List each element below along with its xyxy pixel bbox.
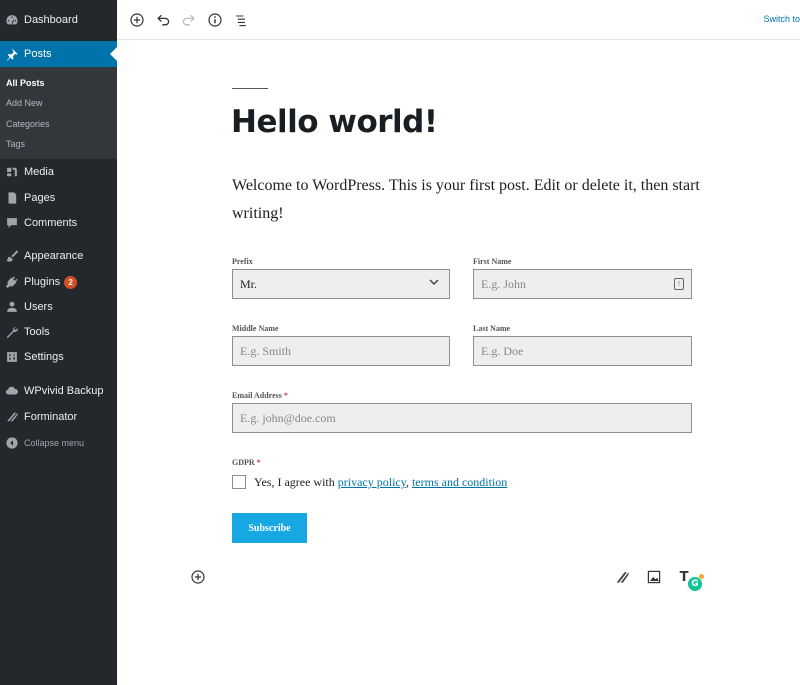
add-block-inline-button[interactable] <box>190 569 206 585</box>
sidebar-item-label: Posts <box>24 48 52 60</box>
content-info-button[interactable] <box>205 10 225 30</box>
middle-name-label: Middle Name <box>232 324 279 333</box>
sidebar-item-pages[interactable]: Pages <box>0 186 117 210</box>
undo-icon <box>157 14 170 26</box>
forminator-icon <box>0 410 24 424</box>
dashboard-icon <box>0 13 24 27</box>
sidebar-item-plugins[interactable]: Plugins 2 <box>0 270 117 294</box>
sidebar-item-users[interactable]: Users <box>0 295 117 319</box>
email-input[interactable]: E.g. john@doe.com <box>232 403 692 433</box>
add-block-button[interactable] <box>127 10 147 30</box>
last-name-input[interactable]: E.g. Doe <box>473 336 692 366</box>
cloud-icon <box>0 384 24 398</box>
required-asterisk: * <box>256 458 261 467</box>
first-name-input[interactable]: E.g. John ! <box>473 269 692 299</box>
middle-name-placeholder: E.g. Smith <box>240 343 292 358</box>
block-navigation-button[interactable] <box>231 10 251 30</box>
posts-submenu: All Posts Add New Categories Tags <box>0 67 117 159</box>
sidebar-item-tools[interactable]: Tools <box>0 320 117 344</box>
sidebar-item-settings[interactable]: Settings <box>0 345 117 369</box>
forminator-icon <box>616 572 629 583</box>
gdpr-label: GDPR * <box>232 458 261 467</box>
sidebar-item-label: Pages <box>24 192 56 204</box>
forminator-block-button[interactable] <box>614 568 632 586</box>
grammarly-status-dot <box>699 574 704 579</box>
redo-icon <box>182 14 195 26</box>
collapse-arrow-icon <box>0 436 24 450</box>
first-name-placeholder: E.g. John <box>481 276 526 291</box>
post-paragraph[interactable]: Welcome to WordPress. This is your first… <box>232 172 702 228</box>
plus-circle-icon <box>130 13 144 27</box>
sidebar-item-label: Media <box>24 166 54 178</box>
prefix-selected-value: Mr. <box>240 276 258 291</box>
active-indicator <box>110 47 117 61</box>
sidebar-item-label: Plugins <box>24 276 61 288</box>
sidebar-item-label: Dashboard <box>24 14 78 26</box>
submenu-all-posts[interactable]: All Posts <box>6 78 45 88</box>
sidebar-item-label: Tools <box>24 326 50 338</box>
wrench-icon <box>0 325 24 339</box>
last-name-placeholder: E.g. Doe <box>481 343 524 358</box>
gdpr-consent-text: Yes, I agree with privacy policy, terms … <box>254 475 507 490</box>
info-icon <box>208 13 222 27</box>
sidebar-item-label: WPvivid Backup <box>24 385 104 397</box>
media-icon <box>0 165 24 179</box>
middle-name-input[interactable]: E.g. Smith <box>232 336 450 366</box>
gdpr-checkbox[interactable] <box>232 475 246 489</box>
sidebar-item-media[interactable]: Media <box>0 160 117 184</box>
email-label: Email Address * <box>232 391 288 400</box>
title-divider <box>232 88 268 89</box>
submenu-categories[interactable]: Categories <box>6 119 50 129</box>
sidebar-item-forminator[interactable]: Forminator <box>0 405 117 429</box>
sidebar-item-label: Settings <box>24 351 64 363</box>
first-name-label: First Name <box>473 257 512 266</box>
plus-circle-icon <box>191 570 205 584</box>
email-label-text: Email Address <box>232 391 282 400</box>
sidebar-item-wpvivid-backup[interactable]: WPvivid Backup <box>0 379 117 403</box>
switch-to-draft-link[interactable]: Switch to <box>763 14 800 24</box>
sidebar-item-label: Users <box>24 301 53 313</box>
paintbrush-icon <box>0 249 24 263</box>
gdpr-label-text: GDPR <box>232 458 255 467</box>
prefix-select[interactable]: Mr. <box>232 269 450 299</box>
chevron-down-icon <box>428 276 440 292</box>
sidebar-item-appearance[interactable]: Appearance <box>0 244 117 268</box>
plugins-update-badge: 2 <box>64 275 78 289</box>
admin-sidebar: Dashboard Posts All Posts Add New Catego… <box>0 0 117 685</box>
post-title[interactable]: Hello world! <box>231 104 438 140</box>
image-icon <box>647 570 661 584</box>
users-icon <box>0 300 24 314</box>
required-asterisk: * <box>283 391 288 400</box>
sidebar-item-posts[interactable]: Posts <box>0 41 117 67</box>
sidebar-item-comments[interactable]: Comments <box>0 211 117 235</box>
sidebar-item-label: Appearance <box>24 250 84 262</box>
subscribe-button[interactable]: Subscribe <box>232 513 307 543</box>
plugin-icon <box>0 275 24 289</box>
image-block-button[interactable] <box>645 568 663 586</box>
pushpin-icon <box>0 47 24 61</box>
comments-icon <box>0 216 24 230</box>
submenu-add-new[interactable]: Add New <box>6 98 43 108</box>
collapse-menu-button[interactable]: Collapse menu <box>0 431 117 455</box>
prefix-label: Prefix <box>232 257 253 266</box>
last-name-label: Last Name <box>473 324 511 333</box>
gdpr-text-before: Yes, I agree with <box>254 475 338 489</box>
list-view-icon <box>236 15 246 27</box>
pages-icon <box>0 191 24 205</box>
editor-toolbar: Switch to <box>117 0 800 40</box>
undo-button[interactable] <box>153 10 173 30</box>
email-placeholder: E.g. john@doe.com <box>240 410 336 425</box>
sidebar-item-label: Forminator <box>24 411 78 423</box>
submenu-tags[interactable]: Tags <box>6 139 25 149</box>
sidebar-item-label: Comments <box>24 217 78 229</box>
grammarly-icon[interactable]: G <box>688 577 702 591</box>
settings-icon <box>0 350 24 364</box>
sidebar-item-dashboard[interactable]: Dashboard <box>0 8 117 32</box>
collapse-menu-label: Collapse menu <box>24 438 85 448</box>
autofill-contact-icon: ! <box>674 278 684 290</box>
terms-link[interactable]: terms and condition <box>412 475 507 489</box>
redo-button[interactable] <box>179 10 199 30</box>
privacy-policy-link[interactable]: privacy policy <box>338 475 406 489</box>
